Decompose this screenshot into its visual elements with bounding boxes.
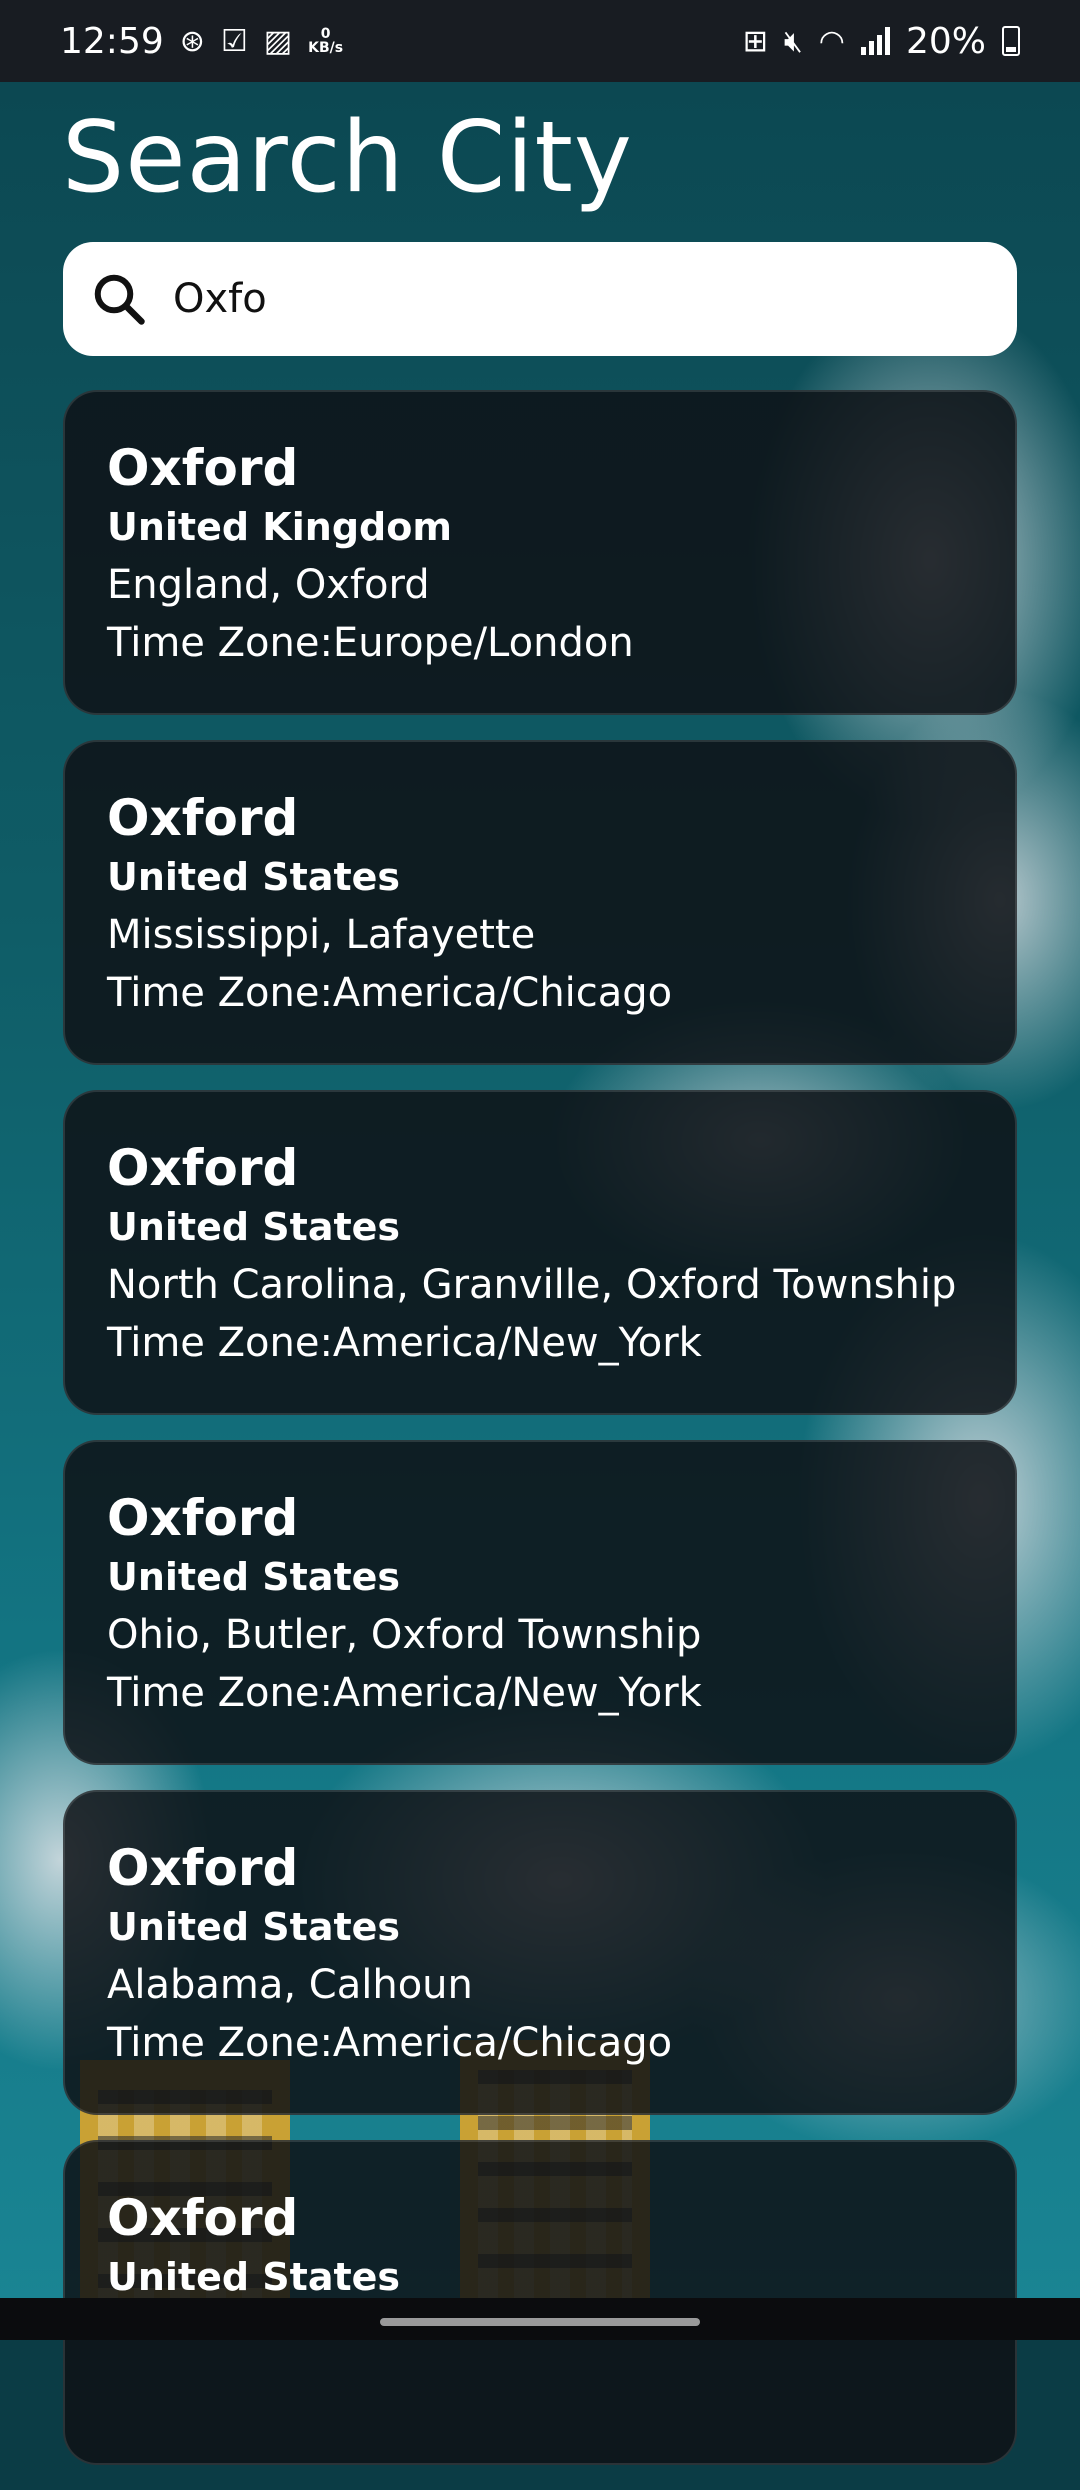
city-timezone: Time Zone:America/New_York <box>107 1670 702 1716</box>
city-result-card[interactable]: Oxford United States Ohio, Butler, Oxfor… <box>63 1440 1017 1765</box>
city-country: United States <box>107 1205 401 1249</box>
city-result-card[interactable]: Oxford United Kingdom England, Oxford Ti… <box>63 390 1017 715</box>
city-region: Mississippi, Lafayette <box>107 912 536 958</box>
notification-app-icon: ⊛ <box>179 23 205 59</box>
city-timezone: Time Zone:America/New_York <box>107 1320 702 1366</box>
search-input[interactable] <box>171 258 975 340</box>
battery-icon <box>1002 26 1020 56</box>
city-name: Oxford <box>107 2189 299 2247</box>
city-name: Oxford <box>107 1839 299 1897</box>
city-result-card[interactable]: Oxford United States North Carolina, Gra… <box>63 1090 1017 1415</box>
city-timezone: Time Zone:America/Chicago <box>107 2020 673 2066</box>
battery-percent: 20% <box>905 20 986 62</box>
city-region: Ohio, Butler, Oxford Township <box>107 1612 702 1658</box>
city-country: United States <box>107 1555 401 1599</box>
signal-icon <box>860 27 890 55</box>
city-name: Oxford <box>107 1139 299 1197</box>
wifi-icon: ◠ <box>818 23 845 59</box>
city-name: Oxford <box>107 1489 299 1547</box>
search-bar[interactable] <box>63 242 1017 356</box>
network-speed-value: 0 <box>320 26 331 42</box>
navigation-bar <box>0 2298 1080 2340</box>
city-result-card[interactable]: Oxford United States Mississippi, Lafaye… <box>63 740 1017 1065</box>
city-timezone: Time Zone:America/Chicago <box>107 970 673 1016</box>
city-region: North Carolina, Granville, Oxford Townsh… <box>107 1262 957 1308</box>
status-time: 12:59 <box>60 20 164 62</box>
results-list[interactable]: Oxford United Kingdom England, Oxford Ti… <box>63 390 1017 2490</box>
city-name: Oxford <box>107 439 299 497</box>
city-timezone: Time Zone:Europe/London <box>107 620 634 666</box>
city-result-card[interactable]: Oxford United States Alabama, Calhoun Ti… <box>63 1790 1017 2115</box>
home-gesture-handle[interactable] <box>380 2318 700 2326</box>
status-bar: 12:59 ⊛ ☑ ▨ 0 KB/s ⊞ 🔇︎ ◠ 20% <box>0 0 1080 82</box>
city-country: United States <box>107 855 401 899</box>
page-title: Search City <box>62 101 633 215</box>
city-country: United Kingdom <box>107 505 452 549</box>
city-region: Alabama, Calhoun <box>107 1962 473 2008</box>
network-speed: 0 KB/s <box>308 27 343 55</box>
battery-saver-icon: ⊞ <box>742 23 768 59</box>
checkbox-notification-icon: ☑ <box>220 23 248 59</box>
city-name: Oxford <box>107 789 299 847</box>
network-speed-unit: KB/s <box>308 40 344 56</box>
city-country: United States <box>107 1905 401 1949</box>
city-region: England, Oxford <box>107 562 430 608</box>
search-icon <box>94 274 145 325</box>
mute-icon: 🔇︎ <box>783 23 803 59</box>
image-notification-icon: ▨ <box>263 23 293 59</box>
